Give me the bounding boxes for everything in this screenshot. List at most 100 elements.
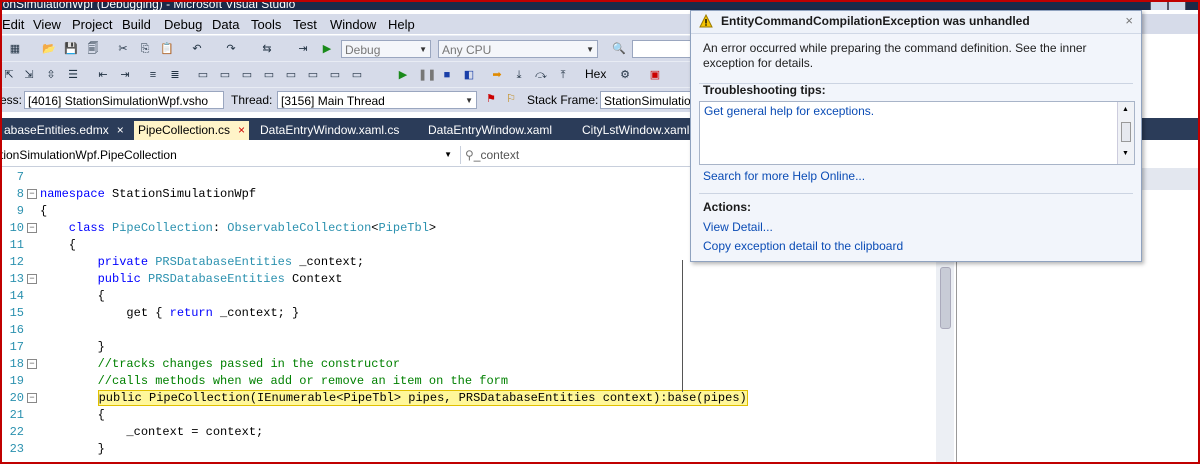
bookmark-toggle-icon[interactable]: ▭ (328, 68, 342, 82)
menu-test[interactable]: Test (293, 17, 317, 32)
step-into-icon[interactable]: ⤓ (512, 68, 526, 82)
cut-icon[interactable]: ✂ (116, 42, 130, 56)
show-next-statement-icon[interactable]: ➡ (490, 68, 504, 82)
find-input[interactable] (632, 40, 692, 58)
indent-decrease-icon[interactable]: ⇤ (96, 68, 110, 82)
maximize-button[interactable] (1168, 0, 1186, 10)
code-line[interactable]: 14 { (0, 288, 936, 305)
actions-header: Actions: (703, 200, 751, 214)
bookmark-clear-icon[interactable]: ▭ (262, 68, 276, 82)
type-dropdown[interactable]: tionSimulationWpf.PipeCollection ▼ (0, 146, 456, 164)
breakpoints-icon[interactable]: ⚙ (618, 68, 632, 82)
tab-pipecollection[interactable]: PipeCollection.cs × (134, 121, 250, 140)
close-icon[interactable]: × (1125, 13, 1133, 28)
hex-toggle[interactable]: Hex (585, 67, 606, 81)
new-project-icon[interactable]: ▦ (8, 42, 22, 56)
thread-select[interactable]: [3156] Main Thread ▼ (277, 91, 477, 109)
format2-icon[interactable]: ⇲ (22, 68, 36, 82)
code-line[interactable]: 16 (0, 322, 936, 339)
break-all-icon[interactable]: ❚❚ (418, 68, 436, 82)
navigate-icon[interactable]: ⇆ (260, 42, 274, 56)
outline-toggle-icon[interactable]: − (27, 274, 37, 284)
code-line[interactable]: 23 } (0, 441, 936, 458)
view-detail-link[interactable]: View Detail... (703, 220, 773, 234)
menu-debug[interactable]: Debug (164, 17, 202, 32)
menu-view[interactable]: View (33, 17, 61, 32)
flag-icon[interactable]: ⚑ (484, 92, 498, 106)
code-line[interactable]: 21 { (0, 407, 936, 424)
code-line[interactable]: 15 get { return _context; } (0, 305, 936, 322)
undo-icon[interactable]: ↶ (190, 42, 204, 56)
tab-dataentry-xaml[interactable]: DataEntryWindow.xaml (424, 121, 556, 140)
format-icon[interactable]: ⇱ (2, 68, 16, 82)
code-line[interactable]: 17 } (0, 339, 936, 356)
start-debug-icon[interactable]: ▶ (320, 42, 334, 56)
outline-toggle-icon[interactable]: − (27, 359, 37, 369)
bookmark-icon[interactable]: ▭ (196, 68, 210, 82)
step-over-icon[interactable]: ⤼ (534, 68, 548, 82)
search-help-link[interactable]: Search for more Help Online... (703, 169, 865, 183)
bookmark-next-icon[interactable]: ▭ (240, 68, 254, 82)
code-line[interactable]: 22 _context = context; (0, 424, 936, 441)
platform-select[interactable]: Any CPU ▼ (438, 40, 598, 58)
code-line[interactable]: 13− public PRSDatabaseEntities Context (0, 271, 936, 288)
open-file-icon[interactable]: 📂 (42, 42, 56, 56)
close-icon[interactable]: × (117, 123, 124, 137)
tab-edmx[interactable]: abaseEntities.edmx × (0, 121, 128, 140)
tip-link[interactable]: Get general help for exceptions. (704, 104, 874, 118)
code-line[interactable]: 19 //calls methods when we add or remove… (0, 373, 936, 390)
minimize-button[interactable] (1150, 0, 1168, 10)
configuration-select[interactable]: Debug ▼ (341, 40, 431, 58)
stop-icon[interactable]: ■ (440, 68, 454, 82)
bookmark-folder-icon[interactable]: ▭ (284, 68, 298, 82)
chevron-down-icon: ▼ (586, 45, 594, 54)
outline-toggle-icon[interactable]: − (27, 223, 37, 233)
continue-icon[interactable]: ▶ (396, 68, 410, 82)
code-line[interactable]: 20− public PipeCollection(IEnumerable<Pi… (0, 390, 936, 407)
process-select[interactable]: [4016] StationSimulationWpf.vsho (24, 91, 224, 109)
comment-icon[interactable]: ≡ (146, 68, 160, 82)
scroll-down-icon[interactable]: ▼ (1122, 150, 1129, 157)
troubleshooting-list[interactable]: Get general help for exceptions. ▲ ▼ (699, 101, 1135, 165)
bookmark-doc-icon[interactable]: ▭ (306, 68, 320, 82)
close-icon[interactable]: × (238, 123, 245, 137)
menu-data[interactable]: Data (212, 17, 239, 32)
flag-filter-icon[interactable]: ⚐ (504, 92, 518, 106)
find-icon[interactable]: 🔍 (612, 42, 626, 56)
tab-dataentry-cs[interactable]: DataEntryWindow.xaml.cs (256, 121, 403, 140)
redo-icon[interactable]: ↷ (224, 42, 238, 56)
menu-edit[interactable]: Edit (2, 17, 24, 32)
outline-toggle-icon[interactable]: − (27, 189, 37, 199)
stack-frame-select[interactable]: StationSimulatio (600, 91, 700, 109)
navigate-forward-icon[interactable]: ⇥ (296, 42, 310, 56)
tips-scrollbar[interactable]: ▲ ▼ (1117, 102, 1134, 164)
paste-icon[interactable]: 📋 (160, 42, 174, 56)
menu-build[interactable]: Build (122, 17, 151, 32)
code-line[interactable]: 18− //tracks changes passed in the const… (0, 356, 936, 373)
bookmark-prev-icon[interactable]: ▭ (218, 68, 232, 82)
restart-icon[interactable]: ◧ (462, 68, 476, 82)
save-icon[interactable]: 💾 (64, 42, 78, 56)
step-out-icon[interactable]: ⤒ (556, 68, 570, 82)
scrollbar-thumb[interactable] (940, 267, 951, 329)
indent-increase-icon[interactable]: ⇥ (118, 68, 132, 82)
menu-help[interactable]: Help (388, 17, 415, 32)
save-all-icon[interactable]: 🗐 (86, 42, 100, 56)
menu-project[interactable]: Project (72, 17, 112, 32)
indent-icon[interactable]: ☰ (66, 68, 80, 82)
copy-icon[interactable]: ⎘ (138, 42, 152, 56)
member-dropdown[interactable]: ⚲_context (460, 146, 695, 164)
tab-citylist[interactable]: CityLstWindow.xaml (578, 121, 693, 140)
copy-detail-link[interactable]: Copy exception detail to the clipboard (703, 239, 903, 253)
uncomment-icon[interactable]: ≣ (168, 68, 182, 82)
scrollbar-thumb[interactable] (1121, 122, 1131, 142)
type-value: tionSimulationWpf.PipeCollection (0, 148, 177, 162)
scroll-up-icon[interactable]: ▲ (1122, 106, 1129, 113)
outline-toggle-icon[interactable]: − (27, 393, 37, 403)
menu-tools[interactable]: Tools (251, 17, 281, 32)
format3-icon[interactable]: ⇳ (44, 68, 58, 82)
bookmark-all-icon[interactable]: ▭ (350, 68, 364, 82)
debug-location-toolbar: ess: [4016] StationSimulationWpf.vsho Th… (0, 87, 700, 112)
menu-window[interactable]: Window (330, 17, 376, 32)
windows-icon[interactable]: ▣ (648, 68, 662, 82)
